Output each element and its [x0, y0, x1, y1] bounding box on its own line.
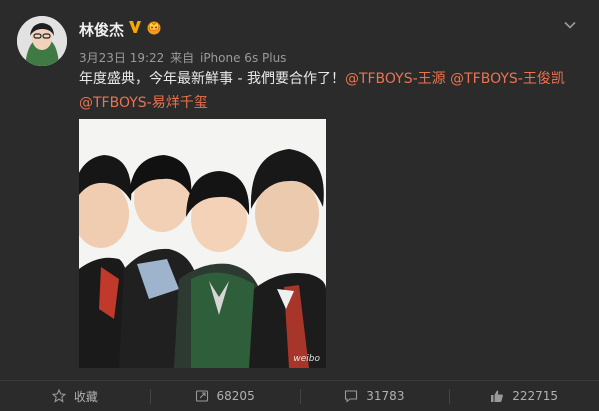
- comment-count: 31783: [366, 389, 405, 403]
- like-count: 222715: [512, 389, 559, 403]
- mention-link[interactable]: @TFBOYS-王源: [345, 71, 446, 87]
- star-icon: [51, 389, 66, 403]
- verified-v-icon: [129, 21, 141, 33]
- like-button[interactable]: 222715: [449, 381, 599, 411]
- author-name[interactable]: 林俊杰: [79, 19, 124, 40]
- favorite-button[interactable]: 收藏: [0, 381, 150, 411]
- source-prefix: 来自: [170, 51, 195, 65]
- post-body: 年度盛典，今年最新鮮事 - 我們要合作了！@TFBOYS-王源 @TFBOYS-…: [79, 67, 579, 115]
- chevron-down-icon[interactable]: [563, 18, 577, 32]
- image-watermark: weibo: [293, 354, 320, 364]
- author-avatar[interactable]: [17, 16, 67, 66]
- post-source[interactable]: iPhone 6s Plus: [200, 51, 286, 65]
- vip-crown-icon[interactable]: [146, 19, 162, 35]
- comment-icon: [345, 390, 358, 403]
- mention-link[interactable]: @TFBOYS-易烊千玺: [79, 95, 208, 111]
- post-text: 年度盛典，今年最新鮮事 - 我們要合作了！: [79, 71, 345, 87]
- mention-link[interactable]: @TFBOYS-王俊凯: [450, 71, 565, 87]
- favorite-label: 收藏: [73, 389, 98, 404]
- action-bar: 收藏 68205 31783 222715: [0, 380, 599, 411]
- post-image[interactable]: weibo: [79, 119, 326, 368]
- repost-icon: [195, 390, 208, 402]
- repost-button[interactable]: 68205: [149, 381, 300, 411]
- post-timestamp[interactable]: 3月23日 19:22: [79, 51, 164, 65]
- repost-count: 68205: [216, 389, 255, 403]
- thumbs-up-icon: [491, 390, 504, 402]
- comment-button[interactable]: 31783: [299, 381, 450, 411]
- weibo-post-card: 林俊杰 3月23日 19:22 来自 iPhone 6s Plus 年度盛典，今…: [0, 0, 599, 411]
- post-meta: 3月23日 19:22 来自 iPhone 6s Plus: [79, 49, 288, 66]
